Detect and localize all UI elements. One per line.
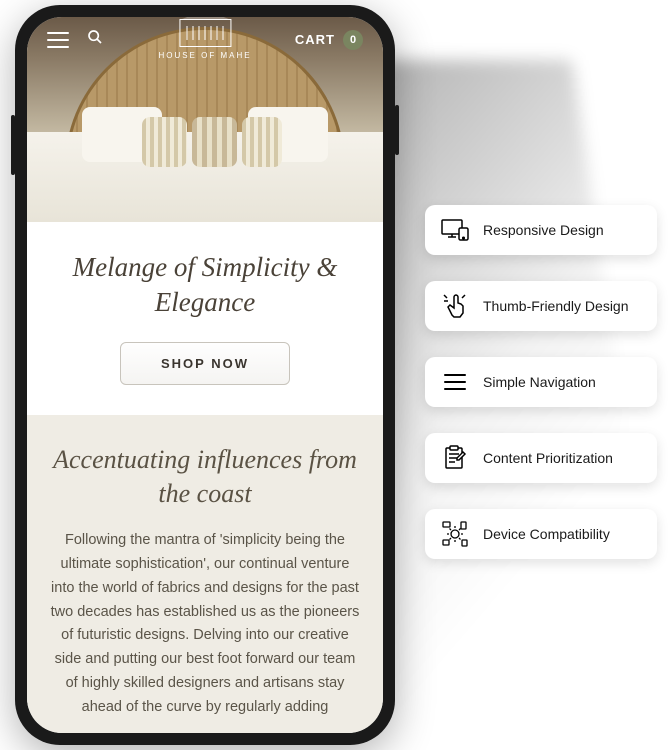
logo-text: HOUSE OF MAHE [158,51,251,60]
brand-logo[interactable]: HOUSE OF MAHE [158,19,251,60]
menu-lines-icon [441,368,469,396]
feature-card-content: Content Prioritization [425,433,657,483]
devices-icon [441,216,469,244]
phone-screen: HOUSE OF MAHE CART 0 Melange of Simplici… [27,17,383,733]
feature-label: Simple Navigation [483,374,596,390]
shop-now-button[interactable]: SHOP NOW [120,342,290,385]
app-header: HOUSE OF MAHE CART 0 [27,29,383,50]
feature-card-responsive: Responsive Design [425,205,657,255]
search-icon[interactable] [87,29,103,50]
hamburger-menu-icon[interactable] [47,32,69,48]
cart-label: CART [295,32,335,47]
hero-content: Melange of Simplicity & Elegance SHOP NO… [27,222,383,415]
about-body: Following the mantra of 'simplicity bein… [47,529,363,720]
feature-label: Responsive Design [483,222,604,238]
thumb-icon [441,292,469,320]
cart-button[interactable]: CART 0 [295,30,363,50]
feature-callouts: Responsive Design Thumb-Friendly Design … [425,205,657,559]
feature-card-navigation: Simple Navigation [425,357,657,407]
cart-count-badge: 0 [343,30,363,50]
feature-label: Thumb-Friendly Design [483,298,629,314]
clipboard-icon [441,444,469,472]
hero-heading: Melange of Simplicity & Elegance [47,250,363,320]
feature-card-compatibility: Device Compatibility [425,509,657,559]
feature-card-thumb: Thumb-Friendly Design [425,281,657,331]
hero-section: HOUSE OF MAHE CART 0 [27,17,383,222]
feature-label: Content Prioritization [483,450,613,466]
phone-mockup: HOUSE OF MAHE CART 0 Melange of Simplici… [15,5,395,745]
about-heading: Accentuating influences from the coast [47,443,363,511]
gear-devices-icon [441,520,469,548]
about-section: Accentuating influences from the coast F… [27,415,383,733]
feature-label: Device Compatibility [483,526,610,542]
